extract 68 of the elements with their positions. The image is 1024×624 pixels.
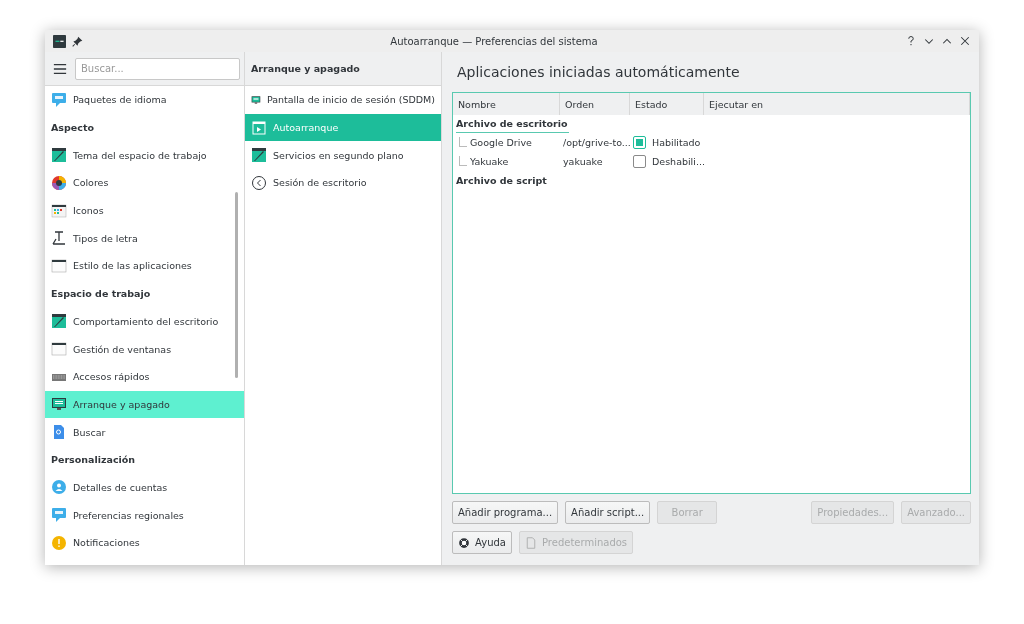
sidebar-item[interactable]: Tipos de letra	[45, 224, 244, 253]
sidebar-item[interactable]: Colores	[45, 169, 244, 197]
search-document-icon	[51, 424, 67, 441]
search-field[interactable]: Buscar...	[75, 57, 240, 80]
column-header[interactable]: Estado	[630, 93, 704, 115]
button[interactable]: Ayuda	[452, 531, 512, 554]
group-label[interactable]: Archivo de script	[456, 171, 562, 189]
sidebar-item[interactable]: Tema del espacio de trabajo	[45, 141, 244, 170]
color-wheel-icon	[51, 174, 67, 191]
help-icon[interactable]	[905, 35, 917, 47]
sidebar-item[interactable]: Preferencias regionales	[45, 501, 244, 529]
lifebuoy-icon	[458, 536, 471, 549]
group-label[interactable]: Archivo de escritorio	[456, 115, 570, 133]
alert-icon	[51, 534, 67, 551]
category-item[interactable]: Pantalla de inicio de sesión (SDDM)	[245, 86, 441, 114]
table-cell-text: yakuake	[562, 156, 604, 167]
font-icon	[51, 230, 67, 247]
button[interactable]: Añadir programa...	[452, 501, 559, 524]
close-icon[interactable]	[959, 35, 971, 47]
brush-icon	[51, 147, 67, 164]
section-heading: Personalización	[50, 453, 137, 468]
table-cell-text: /opt/grive-to...	[562, 137, 630, 148]
user-icon	[51, 479, 67, 496]
column-header[interactable]: Nombre	[453, 93, 560, 115]
brush-icon	[51, 313, 67, 330]
sidebar-item[interactable]: Arranque y apagado	[45, 390, 244, 419]
document-icon	[525, 536, 537, 549]
section-heading: Aspecto	[50, 121, 95, 136]
table-cell: Google Drive	[470, 137, 532, 148]
button[interactable]: Añadir script...	[565, 501, 651, 524]
column-header[interactable]: Orden	[560, 93, 630, 115]
button: Propiedades...	[811, 501, 895, 524]
status-label: Habilitado	[652, 137, 701, 148]
checkbox[interactable]	[633, 136, 646, 149]
back-circle-icon	[251, 174, 267, 191]
category-item[interactable]: Servicios en segundo plano	[245, 141, 441, 170]
window-icon	[51, 341, 67, 358]
section-heading: Espacio de trabajo	[50, 287, 152, 302]
sidebar-item[interactable]: Buscar	[45, 418, 244, 446]
menu-icon[interactable]	[53, 61, 67, 76]
category-title: Arranque y apagado	[245, 52, 441, 86]
pin-icon	[72, 35, 83, 47]
sidebar-item[interactable]: Comportamiento del escritorio	[45, 307, 244, 336]
page-title: Aplicaciones iniciadas automáticamente	[456, 63, 741, 82]
monitor-icon	[51, 396, 67, 413]
chat-bubble-icon	[51, 91, 67, 108]
sidebar-item[interactable]: Gestión de ventanas	[45, 335, 244, 363]
app-icon	[53, 34, 66, 48]
button: Borrar	[657, 501, 718, 524]
window-title: Autoarranque — Preferencias del sistema	[389, 35, 599, 47]
table-cell: Yakuake	[470, 156, 509, 167]
chat-bubble-icon	[51, 507, 67, 524]
sidebar-item[interactable]: Notificaciones	[45, 529, 244, 557]
checkbox[interactable]	[633, 155, 646, 168]
sidebar-item[interactable]: Detalles de cuentas	[45, 473, 244, 502]
window-icon	[51, 257, 67, 274]
brush-icon	[251, 147, 267, 164]
category-item[interactable]: Sesión de escritorio	[245, 169, 441, 197]
status-label: Deshabili...	[652, 156, 705, 167]
column-header[interactable]: Ejecutar en	[704, 93, 970, 115]
button: Predeterminados	[519, 531, 634, 554]
play-window-icon	[251, 119, 267, 136]
sidebar-item[interactable]: Accesos rápidos	[45, 362, 244, 391]
sidebar-item[interactable]: Estilo de las aplicaciones	[45, 252, 244, 280]
sidebar-item[interactable]: Iconos	[45, 196, 244, 225]
sidebar-item[interactable]: Paquetes de idioma	[45, 86, 244, 114]
button: Avanzado...	[901, 501, 971, 524]
icon-grid-icon	[51, 202, 67, 219]
